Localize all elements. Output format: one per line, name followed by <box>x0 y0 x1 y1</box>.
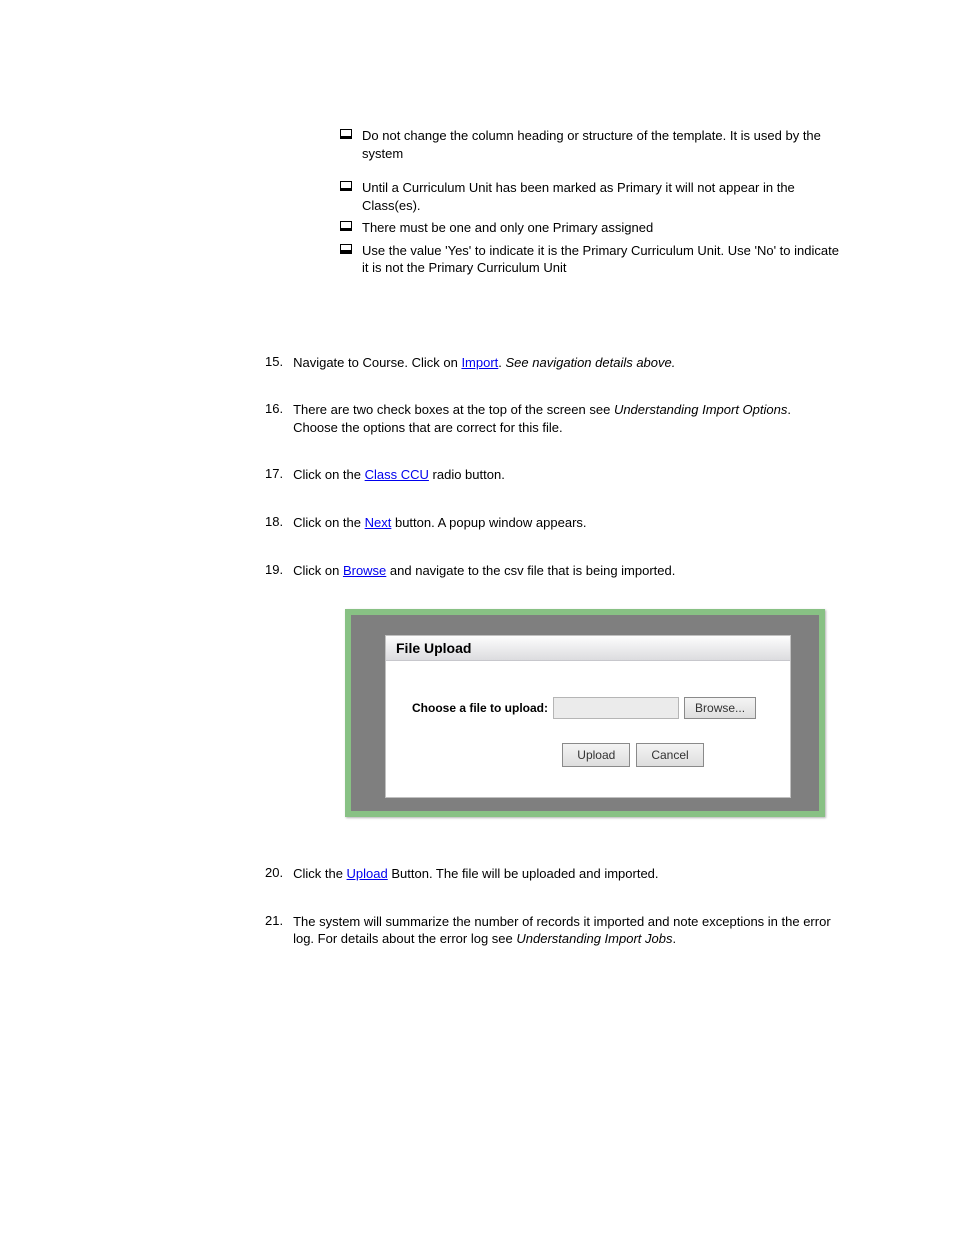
square-bullet-icon <box>340 129 352 139</box>
step-row: 18. Click on the Next button. A popup wi… <box>135 514 839 532</box>
step-italic: Understanding Import Jobs <box>516 931 672 946</box>
import-link[interactable]: Import <box>461 355 498 370</box>
upload-button[interactable]: Upload <box>562 743 630 767</box>
note-bullet: There must be one and only one Primary a… <box>135 219 839 237</box>
bullet-text: Do not change the column heading or stru… <box>362 127 839 162</box>
step-after: radio button. <box>429 467 505 482</box>
step-row: 15. Navigate to Course. Click on Import.… <box>135 354 839 372</box>
browse-button[interactable]: Browse... <box>684 697 756 719</box>
note-bullet: Use the value 'Yes' to indicate it is th… <box>135 242 839 277</box>
upload-link[interactable]: Upload <box>347 866 388 881</box>
step-number: 16. <box>265 401 283 436</box>
step-number: 21. <box>265 913 283 948</box>
dialog-button-row: Upload Cancel <box>412 743 764 767</box>
class-ccu-link[interactable]: Class CCU <box>365 467 429 482</box>
step-pre: Click on <box>293 563 343 578</box>
step-pre: There are two check boxes at the top of … <box>293 402 614 417</box>
step-text: Click the Upload Button. The file will b… <box>293 865 839 883</box>
step-row: 17. Click on the Class CCU radio button. <box>135 466 839 484</box>
step-text: Click on Browse and navigate to the csv … <box>293 562 839 580</box>
step-text: Click on the Class CCU radio button. <box>293 466 839 484</box>
square-bullet-icon <box>340 244 352 254</box>
step-pre: Click on the <box>293 467 365 482</box>
file-choose-row: Choose a file to upload: Browse... <box>412 697 764 719</box>
step-after: and navigate to the csv file that is bei… <box>386 563 675 578</box>
step-number: 15. <box>265 354 283 372</box>
dialog-title: File Upload <box>386 636 790 661</box>
dialog-body: Choose a file to upload: Browse... Uploa… <box>386 661 790 797</box>
file-path-input[interactable] <box>553 697 679 719</box>
step-text: Click on the Next button. A popup window… <box>293 514 839 532</box>
step-text: There are two check boxes at the top of … <box>293 401 839 436</box>
file-upload-dialog: File Upload Choose a file to upload: Bro… <box>385 635 791 798</box>
step-row: 21. The system will summarize the number… <box>135 913 839 948</box>
note-bullet: Until a Curriculum Unit has been marked … <box>135 179 839 214</box>
step-text: The system will summarize the number of … <box>293 913 839 948</box>
figure-overlay: File Upload Choose a file to upload: Bro… <box>351 615 819 811</box>
step-pre: Click on the <box>293 515 365 530</box>
step-number: 20. <box>265 865 283 883</box>
file-upload-figure: File Upload Choose a file to upload: Bro… <box>345 609 825 817</box>
step-number: 19. <box>265 562 283 580</box>
step-row: 19. Click on Browse and navigate to the … <box>135 562 839 580</box>
step-number: 18. <box>265 514 283 532</box>
next-link[interactable]: Next <box>365 515 392 530</box>
step-row: 20. Click the Upload Button. The file wi… <box>135 865 839 883</box>
step-after: . <box>672 931 676 946</box>
step-after: Button. The file will be uploaded and im… <box>388 866 659 881</box>
cancel-button[interactable]: Cancel <box>636 743 703 767</box>
note-bullet: Do not change the column heading or stru… <box>135 127 839 162</box>
step-plain: . <box>498 355 505 370</box>
step-row: 16. There are two check boxes at the top… <box>135 401 839 436</box>
square-bullet-icon <box>340 181 352 191</box>
step-pre: Click the <box>293 866 346 881</box>
bullet-text: Until a Curriculum Unit has been marked … <box>362 179 839 214</box>
step-pre: Navigate to Course. Click on <box>293 355 461 370</box>
browse-link[interactable]: Browse <box>343 563 386 578</box>
step-italic: Understanding Import Options <box>614 402 787 417</box>
bullet-text: Use the value 'Yes' to indicate it is th… <box>362 242 839 277</box>
step-text: Navigate to Course. Click on Import. See… <box>293 354 839 372</box>
bullet-text: There must be one and only one Primary a… <box>362 219 653 237</box>
step-number: 17. <box>265 466 283 484</box>
square-bullet-icon <box>340 221 352 231</box>
choose-file-label: Choose a file to upload: <box>412 701 548 715</box>
step-note: See navigation details above. <box>506 355 676 370</box>
step-after: button. A popup window appears. <box>391 515 586 530</box>
